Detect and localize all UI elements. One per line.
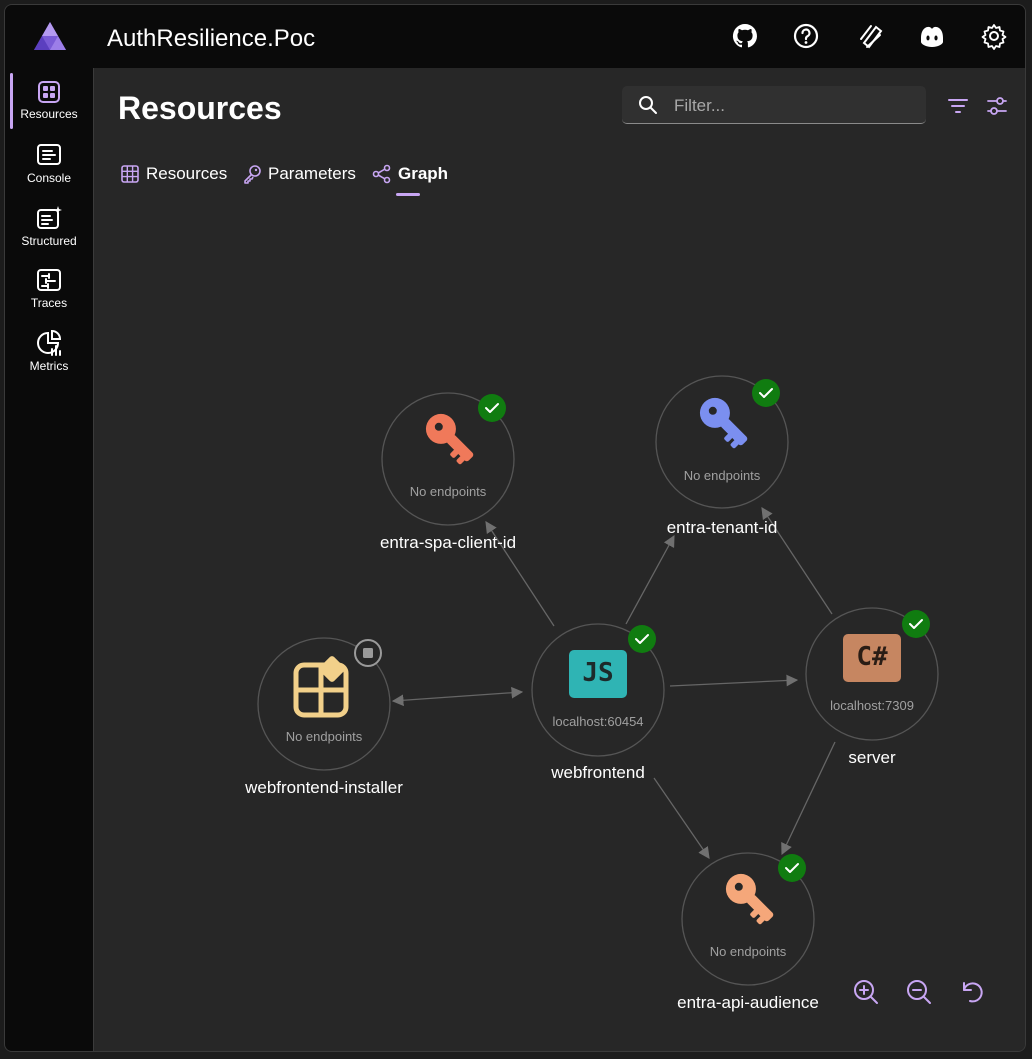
share-icon bbox=[372, 164, 391, 184]
page-title: Resources bbox=[118, 90, 282, 126]
node-label: server bbox=[848, 748, 896, 767]
metrics-icon bbox=[37, 329, 62, 356]
sidebar-item-structured[interactable]: Structured bbox=[5, 196, 93, 256]
node-endpoint-link[interactable]: localhost:7309 bbox=[830, 698, 914, 713]
help-icon[interactable] bbox=[791, 21, 821, 51]
main-content: JS C# No endpoints No endpoints No endpo… bbox=[93, 68, 1026, 1052]
node-webfrontend-installer[interactable] bbox=[257, 637, 391, 771]
node-server[interactable] bbox=[805, 607, 939, 741]
resources-icon bbox=[38, 81, 60, 103]
github-icon[interactable] bbox=[730, 21, 760, 51]
sidebar-item-label: Structured bbox=[21, 234, 77, 248]
node-label: entra-spa-client-id bbox=[379, 533, 517, 552]
settings-icon[interactable] bbox=[979, 21, 1009, 51]
active-tab-indicator bbox=[396, 193, 420, 196]
aspire-logo-icon bbox=[34, 22, 66, 50]
sidebar-item-label: Traces bbox=[30, 296, 68, 310]
zoom-in-icon[interactable] bbox=[852, 978, 880, 1006]
sidebar-item-label: Metrics bbox=[29, 359, 69, 373]
node-label: webfrontend-installer bbox=[245, 778, 403, 797]
edge-webfrontend-audience bbox=[653, 777, 710, 859]
zoom-out-icon[interactable] bbox=[905, 978, 933, 1006]
search-icon bbox=[639, 96, 657, 114]
options-icon[interactable] bbox=[985, 94, 1009, 118]
running-status-icon bbox=[628, 625, 656, 653]
node-endpoint-text: No endpoints bbox=[285, 729, 363, 744]
title-bar: AuthResilience.Poc bbox=[5, 5, 1025, 68]
console-icon bbox=[37, 144, 61, 165]
search-box bbox=[622, 86, 926, 124]
structured-icon bbox=[37, 206, 62, 229]
sidebar-item-label: Resources bbox=[20, 107, 78, 121]
sidebar: Resources Console Structured Traces Metr… bbox=[5, 68, 93, 1051]
node-label: entra-tenant-id bbox=[666, 518, 778, 537]
node-endpoint-text: No endpoints bbox=[709, 944, 787, 959]
node-endpoint-text: No endpoints bbox=[409, 484, 487, 499]
node-label: webfrontend bbox=[551, 763, 645, 782]
edge-server-audience bbox=[781, 741, 836, 856]
csharp-badge-text: C# bbox=[856, 642, 888, 672]
docs-icon[interactable] bbox=[856, 21, 886, 51]
node-entra-tenant-id[interactable] bbox=[655, 375, 789, 509]
tab-label: Resources bbox=[146, 164, 228, 183]
sidebar-item-console[interactable]: Console bbox=[5, 133, 93, 193]
copilot-icon[interactable] bbox=[917, 21, 947, 51]
tab-label: Parameters bbox=[268, 164, 356, 183]
filter-icon[interactable] bbox=[946, 94, 970, 118]
running-status-icon bbox=[752, 379, 780, 407]
js-badge-text: JS bbox=[582, 658, 614, 688]
sidebar-item-traces[interactable]: Traces bbox=[5, 258, 93, 318]
reset-icon[interactable] bbox=[958, 978, 986, 1006]
sidebar-item-metrics[interactable]: Metrics bbox=[5, 321, 93, 381]
grid-icon bbox=[121, 165, 139, 183]
filter-input[interactable] bbox=[672, 92, 916, 120]
sidebar-item-resources[interactable]: Resources bbox=[5, 70, 93, 130]
edge-webfrontend-installer bbox=[391, 686, 524, 707]
node-entra-api-audience[interactable] bbox=[681, 852, 815, 986]
node-webfrontend[interactable] bbox=[531, 623, 665, 757]
app-title: AuthResilience.Poc bbox=[107, 25, 316, 52]
running-status-icon bbox=[478, 394, 506, 422]
running-status-icon bbox=[902, 610, 930, 638]
node-endpoint-text: No endpoints bbox=[683, 468, 761, 483]
sidebar-item-label: Console bbox=[26, 171, 72, 185]
node-entra-spa-client-id[interactable] bbox=[381, 392, 515, 526]
traces-icon bbox=[37, 269, 61, 291]
key-icon bbox=[244, 165, 261, 184]
node-endpoint-link[interactable]: localhost:60454 bbox=[552, 714, 643, 729]
edge-webfrontend-tenant bbox=[625, 534, 675, 625]
tab-label: Graph bbox=[398, 164, 449, 183]
running-status-icon bbox=[778, 854, 806, 882]
app-window: AuthResilience.Poc Resources Console Str… bbox=[4, 4, 1026, 1052]
edge-webfrontend-server bbox=[669, 674, 799, 687]
resource-graph[interactable] bbox=[94, 68, 1026, 1052]
node-label: entra-api-audience bbox=[677, 993, 819, 1012]
